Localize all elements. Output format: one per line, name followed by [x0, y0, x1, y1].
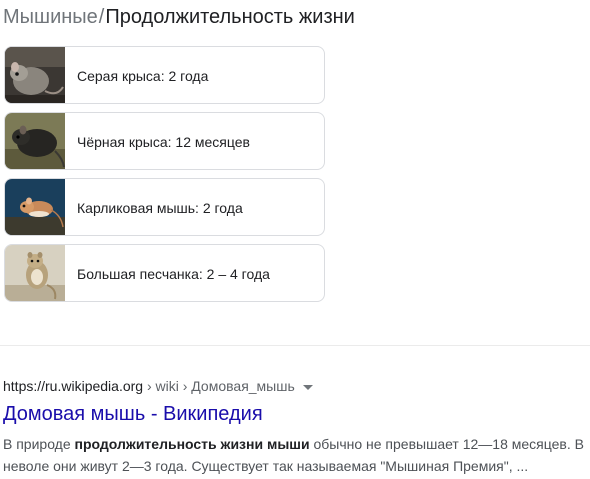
gray-rat-photo-icon	[5, 47, 65, 103]
card-harvest-mouse[interactable]: Карликовая мышь: 2 года	[4, 178, 325, 236]
result-url-path: › wiki › Домовая_мышь	[143, 378, 295, 394]
card-label: Серая крыса: 2 года	[77, 68, 209, 84]
black-rat-photo-icon	[5, 113, 65, 169]
result-url[interactable]: https://ru.wikipedia.org › wiki › Домова…	[3, 377, 587, 395]
heading-title: Продолжительность жизни	[105, 6, 355, 28]
snippet-highlight: продолжительность жизни мыши	[74, 436, 310, 452]
harvest-mouse-photo-icon	[5, 179, 65, 235]
result-snippet: В природе продолжительность жизни мыши о…	[3, 433, 587, 477]
card-label: Карликовая мышь: 2 года	[77, 200, 243, 216]
heading-separator: /	[98, 6, 105, 28]
section-divider	[0, 345, 590, 346]
search-result: https://ru.wikipedia.org › wiki › Домова…	[3, 377, 587, 477]
card-label: Чёрная крыса: 12 месяцев	[77, 134, 250, 150]
heading-category[interactable]: Мышиные	[3, 6, 98, 28]
result-title-link[interactable]: Домовая мышь - Википедия	[3, 401, 587, 427]
card-gray-rat[interactable]: Серая крыса: 2 года	[4, 46, 325, 104]
lifespan-cards-list: Серая крыса: 2 года Чёрная крыса: 12 мес…	[4, 46, 325, 310]
card-black-rat[interactable]: Чёрная крыса: 12 месяцев	[4, 112, 325, 170]
page-heading: Мышиные/Продолжительность жизни	[3, 5, 355, 29]
result-url-domain: https://ru.wikipedia.org	[3, 378, 144, 394]
snippet-text: В природе	[3, 436, 75, 452]
card-great-gerbil[interactable]: Большая песчанка: 2 – 4 года	[4, 244, 325, 302]
chevron-down-icon[interactable]	[302, 384, 313, 390]
great-gerbil-photo-icon	[5, 245, 65, 301]
card-label: Большая песчанка: 2 – 4 года	[77, 266, 270, 282]
